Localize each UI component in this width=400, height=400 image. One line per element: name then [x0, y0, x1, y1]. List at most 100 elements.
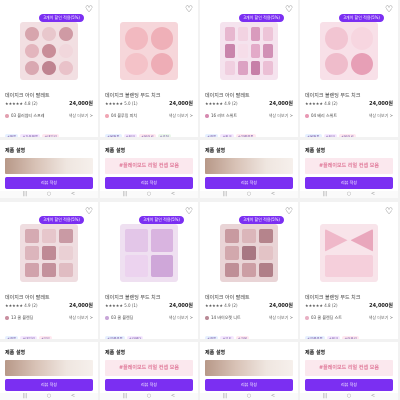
palette-pan [259, 229, 273, 243]
home-icon[interactable]: ○ [44, 393, 54, 400]
back-icon[interactable]: < [368, 393, 378, 400]
option-more-link[interactable]: 색상 더보기 > [269, 314, 293, 322]
palette-pan [350, 229, 373, 252]
option-more-link[interactable]: 색상 더보기 > [369, 112, 393, 120]
review-button[interactable]: 리뷰 작성 [5, 177, 93, 189]
palette-pan [150, 52, 173, 75]
back-icon[interactable]: < [368, 191, 378, 198]
recents-icon[interactable]: ||| [20, 393, 30, 400]
product-image[interactable]: 3개이 할인 적용(5%) ♡ [100, 202, 198, 292]
back-icon[interactable]: < [268, 191, 278, 198]
tag-list: #웜톤#가을웜톤#데일리 [5, 123, 61, 140]
option-swatch-icon [105, 316, 109, 320]
palette-pan [263, 61, 273, 75]
review-button[interactable]: 리뷰 작성 [105, 177, 193, 189]
home-icon[interactable]: ○ [244, 393, 254, 400]
price: 24,000원 [269, 101, 293, 107]
back-icon[interactable]: < [168, 393, 178, 400]
palette-pan [250, 61, 261, 75]
option-more-link[interactable]: 색상 더보기 > [269, 112, 293, 120]
option-label: 04 베리 스위트 [311, 113, 338, 118]
option-more-link[interactable]: 색상 더보기 > [69, 314, 93, 322]
tag-list: #쿨톤#뮤트#가을 [205, 325, 251, 342]
product-image[interactable]: 3개이 할인 적용(5%) ♡ [300, 0, 398, 90]
review-button[interactable]: 리뷰 작성 [305, 177, 393, 189]
recents-icon[interactable]: ||| [20, 191, 30, 198]
option-more-link[interactable]: 색상 더보기 > [69, 112, 93, 120]
recents-icon[interactable]: ||| [320, 393, 330, 400]
back-icon[interactable]: < [68, 191, 78, 198]
android-nav-bar: ||| ○ < [100, 393, 198, 400]
option-selector[interactable]: 14 바이오렛 니트 색상 더보기 > [205, 314, 293, 322]
home-icon[interactable]: ○ [44, 191, 54, 198]
description-banner [5, 360, 93, 376]
divider [100, 339, 198, 342]
product-image[interactable]: ♡ [300, 202, 398, 292]
heart-icon[interactable]: ♡ [184, 207, 194, 217]
option-selector[interactable]: 04 블루밍 피치 색상 더보기 > [105, 112, 193, 120]
recents-icon[interactable]: ||| [320, 191, 330, 198]
option-more-link[interactable]: 색상 더보기 > [369, 314, 393, 322]
heart-icon[interactable]: ♡ [184, 5, 194, 15]
recents-icon[interactable]: ||| [220, 393, 230, 400]
heart-icon[interactable]: ♡ [84, 207, 94, 217]
product-image[interactable]: 3개이 할인 적용(5%) ♡ [0, 202, 98, 292]
tag-list: #쿨톤#핑크#여름쿨톤 [205, 123, 258, 140]
android-nav-bar: ||| ○ < [200, 191, 298, 198]
recents-icon[interactable]: ||| [120, 191, 130, 198]
option-selector[interactable]: 16 러브 스위트 색상 더보기 > [205, 112, 293, 120]
product-name: 데이지크 아이 팔레트 [205, 93, 250, 99]
heart-icon[interactable]: ♡ [384, 5, 394, 15]
product-image[interactable]: ♡ [100, 0, 198, 90]
review-button[interactable]: 리뷰 작성 [305, 379, 393, 391]
palette-pan [325, 254, 373, 277]
home-icon[interactable]: ○ [244, 191, 254, 198]
price: 24,000원 [69, 101, 93, 107]
heart-icon[interactable]: ♡ [84, 5, 94, 15]
product-image[interactable]: 3개이 할인 적용(5%) ♡ [200, 202, 298, 292]
android-nav-bar: ||| ○ < [200, 393, 298, 400]
palette-pan [225, 263, 239, 277]
product-image[interactable]: 3개이 할인 적용(5%) ♡ [200, 0, 298, 90]
heart-icon[interactable]: ♡ [284, 207, 294, 217]
option-name: 13 쿨 블렌딩 [5, 314, 33, 322]
review-button[interactable]: 리뷰 작성 [205, 379, 293, 391]
option-selector[interactable]: 03 블러썸티 스프레 색상 더보기 > [5, 112, 93, 120]
palette-pan [25, 27, 39, 41]
option-more-link[interactable]: 색상 더보기 > [169, 314, 193, 322]
back-icon[interactable]: < [168, 191, 178, 198]
heart-icon[interactable]: ♡ [284, 5, 294, 15]
home-icon[interactable]: ○ [344, 393, 354, 400]
product-name: 데이지크 아이 팔레트 [5, 93, 50, 99]
tag-list: #쿨톤#데일리#뮤트 [5, 325, 54, 342]
palette-pan [350, 27, 373, 50]
product-image[interactable]: 3개이 할인 적용(5%) ♡ [0, 0, 98, 90]
tag-list: #봄웜톤#핑크#블러셔 [305, 123, 358, 140]
recents-icon[interactable]: ||| [120, 393, 130, 400]
palette-pan [42, 229, 56, 243]
palette-image [220, 224, 278, 282]
option-selector[interactable]: 13 쿨 블렌딩 색상 더보기 > [5, 314, 93, 322]
option-name: 04 블루밍 피치 [105, 112, 137, 120]
recents-icon[interactable]: ||| [220, 191, 230, 198]
review-button[interactable]: 리뷰 작성 [105, 379, 193, 391]
review-button[interactable]: 리뷰 작성 [5, 379, 93, 391]
back-icon[interactable]: < [68, 393, 78, 400]
home-icon[interactable]: ○ [144, 191, 154, 198]
promo-badge: 3개이 할인 적용(5%) [239, 14, 284, 22]
palette-pan [242, 246, 256, 260]
option-swatch-icon [5, 316, 9, 320]
option-selector[interactable]: 03 쿨 블렌딩 스트 색상 더보기 > [305, 314, 393, 322]
review-button[interactable]: 리뷰 작성 [205, 177, 293, 189]
palette-pan [59, 61, 73, 75]
back-icon[interactable]: < [268, 393, 278, 400]
option-selector[interactable]: 03 쿨 블렌딩 색상 더보기 > [105, 314, 193, 322]
description-title: 제품 설명 [105, 350, 126, 356]
option-swatch-icon [5, 114, 9, 118]
heart-icon[interactable]: ♡ [384, 207, 394, 217]
home-icon[interactable]: ○ [344, 191, 354, 198]
product-panel-5: 3개이 할인 적용(5%) ♡ 데이지크 아이 팔레트 ★★★★★ 4.9 (2… [0, 202, 98, 400]
option-selector[interactable]: 04 베리 스위트 색상 더보기 > [305, 112, 393, 120]
option-more-link[interactable]: 색상 더보기 > [169, 112, 193, 120]
home-icon[interactable]: ○ [144, 393, 154, 400]
